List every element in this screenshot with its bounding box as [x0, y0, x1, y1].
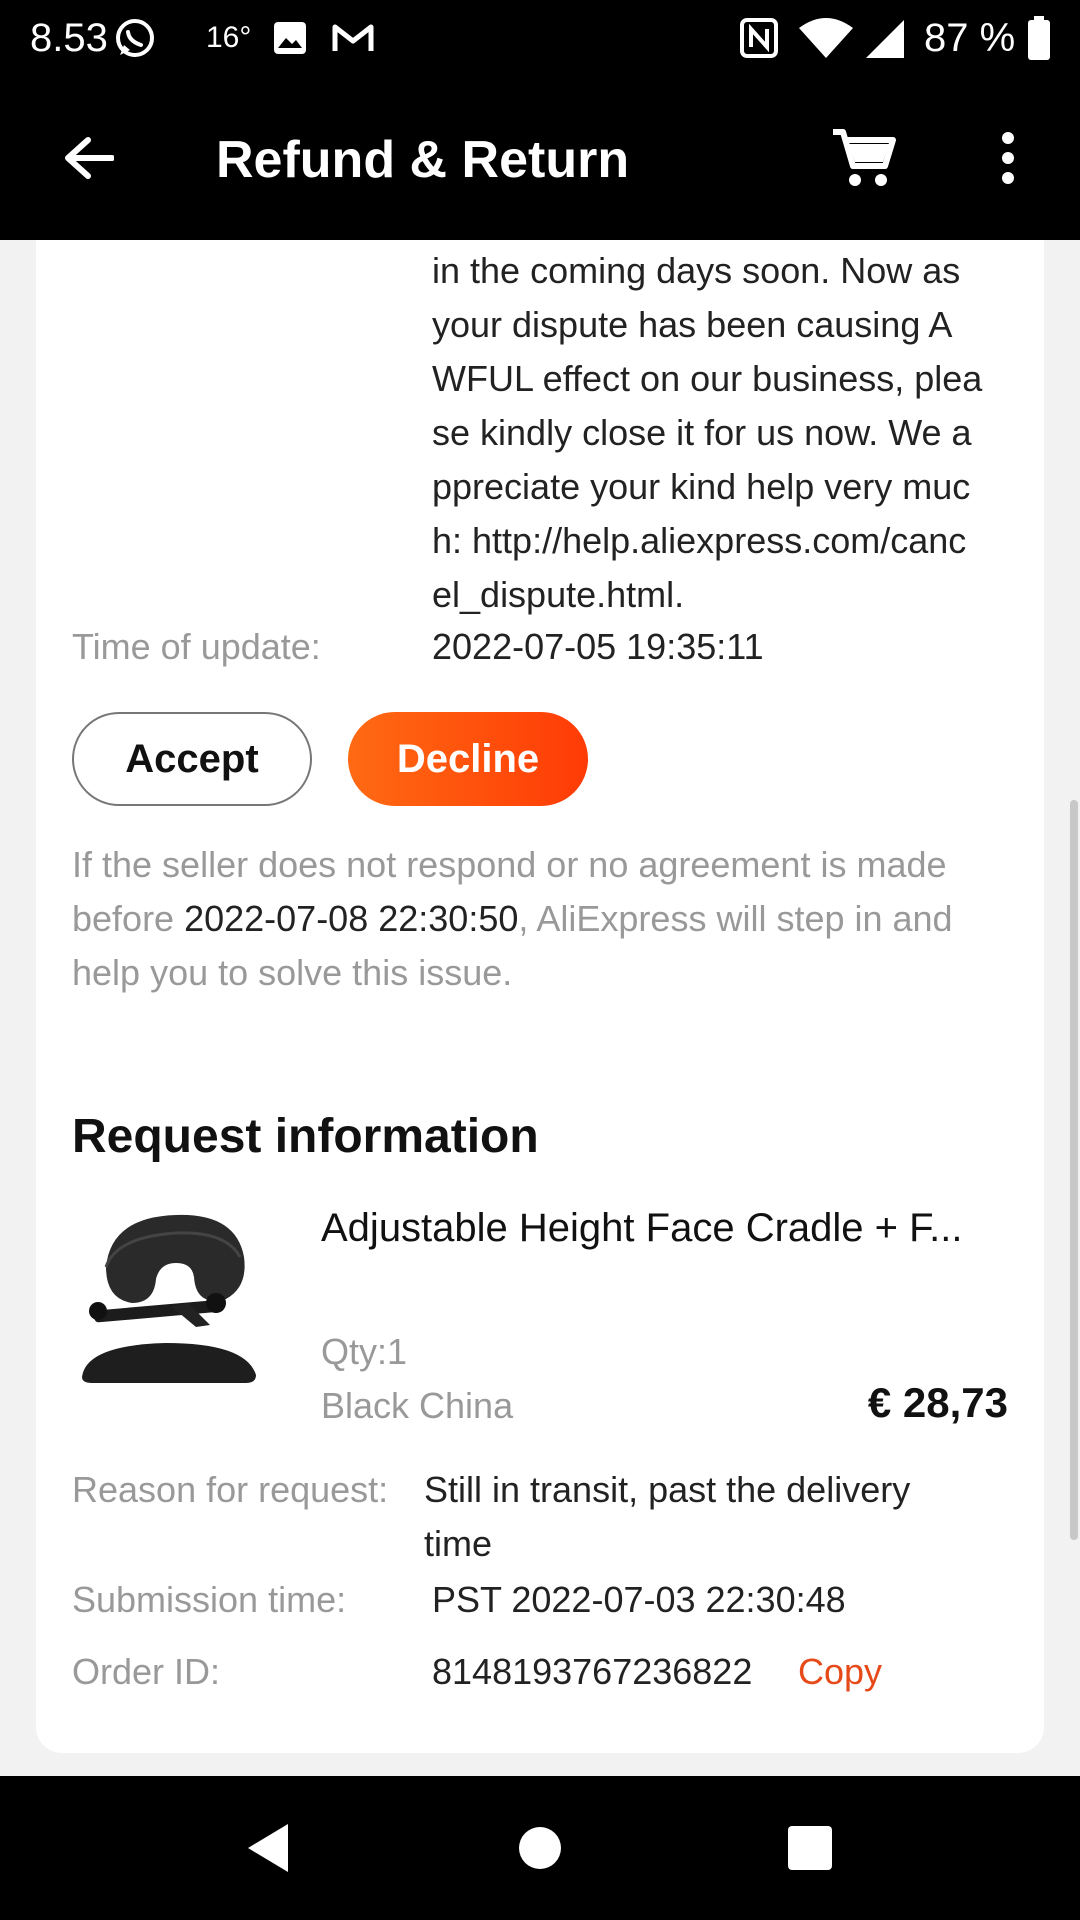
nav-home-button[interactable]: [508, 1816, 572, 1880]
image-icon: [270, 14, 310, 62]
battery-percent: 87 %: [924, 16, 1016, 60]
system-nav-bar: [0, 1776, 1080, 1920]
product-thumbnail[interactable]: [76, 1207, 266, 1397]
seller-message: in the coming days soon. Now as your dis…: [432, 240, 1042, 640]
reason-value: Still in transit, past the delivery time: [424, 1469, 911, 1564]
product-name[interactable]: Adjustable Height Face Cradle + F...: [321, 1201, 1021, 1255]
copy-order-id-link[interactable]: Copy: [798, 1645, 882, 1699]
more-vert-icon: [1002, 132, 1014, 184]
wifi-icon: [796, 14, 856, 62]
accept-button[interactable]: Accept: [72, 712, 312, 806]
scrollbar[interactable]: [1070, 800, 1078, 1540]
cart-button[interactable]: [824, 118, 904, 198]
seller-message-text: in the coming days soon. Now as your dis…: [432, 250, 983, 615]
decline-button[interactable]: Decline: [348, 712, 588, 806]
reason-label: Reason for request:: [72, 1469, 389, 1510]
page-title: Refund & Return: [216, 131, 630, 189]
status-time: 8.53: [30, 16, 108, 60]
nav-recents-button[interactable]: [778, 1816, 842, 1880]
face-cradle-image: [82, 1214, 256, 1383]
submission-time-value: PST 2022-07-03 22:30:48: [432, 1579, 846, 1620]
whatsapp-icon: [112, 14, 158, 62]
update-time-value: 2022-07-05 19:35:11: [432, 626, 764, 667]
signal-icon: [860, 14, 908, 62]
request-info-card: Request information Adjustable Height Fa…: [36, 1073, 1044, 1753]
more-options-button[interactable]: [978, 118, 1038, 198]
back-button[interactable]: [50, 120, 126, 196]
app-bar: Refund & Return: [0, 76, 1080, 240]
cart-icon: [833, 129, 896, 186]
status-temperature: 16°: [206, 21, 252, 54]
battery-icon: [1024, 14, 1054, 62]
order-id-label: Order ID:: [72, 1651, 221, 1692]
submission-time-label: Submission time:: [72, 1579, 347, 1620]
nav-back-button[interactable]: [236, 1816, 300, 1880]
update-time-label: Time of update:: [72, 626, 321, 667]
nfc-icon: [736, 14, 782, 62]
status-bar: 8.53 16° 87 %: [0, 0, 1080, 76]
order-id-value: 8148193767236822: [432, 1651, 753, 1692]
back-arrow-icon: [65, 137, 114, 179]
product-price: € 28,73: [867, 1379, 1008, 1426]
product-variant: Black China: [321, 1385, 514, 1426]
escalation-notice: If the seller does not respond or no agr…: [72, 838, 1022, 1000]
content-scroll-area[interactable]: in the coming days soon. Now as your dis…: [0, 240, 1080, 1776]
nav-back-icon: [248, 1824, 288, 1872]
gmail-icon: [330, 14, 376, 62]
product-quantity: Qty:1: [321, 1331, 408, 1372]
notice-deadline: 2022-07-08 22:30:50: [184, 898, 519, 939]
nav-recents-icon: [788, 1826, 832, 1870]
nav-home-icon: [519, 1827, 561, 1869]
request-info-title: Request information: [72, 1110, 539, 1163]
